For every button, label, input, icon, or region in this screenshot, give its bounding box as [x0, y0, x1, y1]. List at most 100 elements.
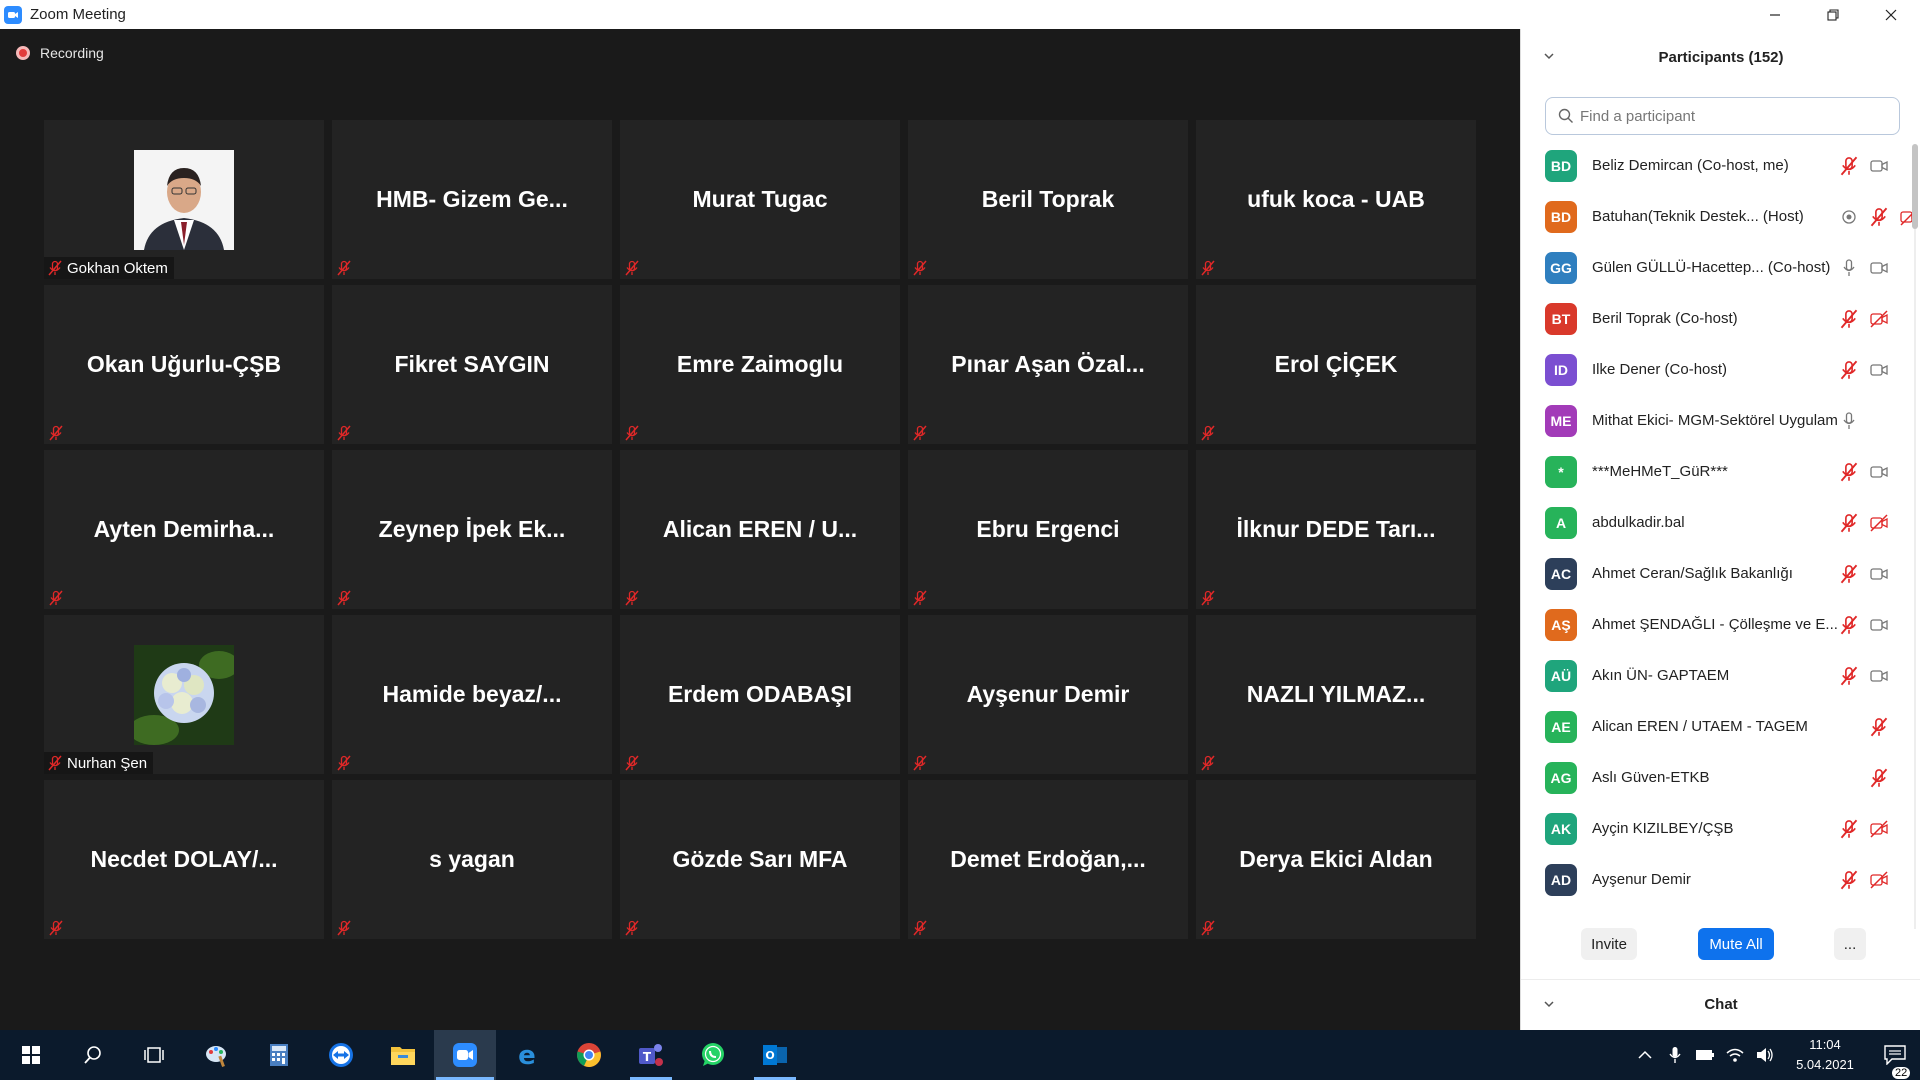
task-view-icon[interactable]: [124, 1030, 186, 1080]
whatsapp-icon[interactable]: [682, 1030, 744, 1080]
outlook-icon[interactable]: O: [744, 1030, 806, 1080]
mic-muted-icon[interactable]: [1839, 462, 1859, 482]
chevron-up-icon[interactable]: [1630, 1030, 1660, 1080]
participant-row[interactable]: BD Batuhan(Teknik Destek... (Host): [1521, 191, 1918, 242]
restore-button[interactable]: [1804, 0, 1862, 29]
participant-row[interactable]: AG Aslı Güven-ETKB: [1521, 752, 1911, 803]
mic-muted-icon[interactable]: [1839, 564, 1859, 584]
mute-all-button[interactable]: Mute All: [1698, 928, 1774, 960]
search-input[interactable]: [1580, 107, 1880, 125]
chevron-down-icon[interactable]: [1543, 49, 1555, 65]
mic-muted-icon[interactable]: [1839, 309, 1859, 329]
video-tile[interactable]: Fikret SAYGIN: [332, 285, 612, 444]
video-tile[interactable]: Gokhan Oktem: [44, 120, 324, 279]
mic-muted-icon[interactable]: [1869, 207, 1889, 227]
volume-icon[interactable]: [1750, 1030, 1780, 1080]
battery-icon[interactable]: [1690, 1030, 1720, 1080]
scrollbar-thumb[interactable]: [1912, 144, 1918, 229]
participant-row[interactable]: AE Alican EREN / UTAEM - TAGEM: [1521, 701, 1911, 752]
video-tile[interactable]: Gözde Sarı MFA: [620, 780, 900, 939]
video-tile[interactable]: Pınar Aşan Özal...: [908, 285, 1188, 444]
participant-name: Murat Tugac: [692, 186, 828, 212]
participant-name: Beliz Demircan (Co-host, me): [1592, 157, 1789, 174]
video-tile[interactable]: Okan Uğurlu-ÇŞB: [44, 285, 324, 444]
participant-row[interactable]: AŞ Ahmet ŞENDAĞLI - Çölleşme ve E...: [1521, 599, 1911, 650]
chevron-down-icon[interactable]: [1543, 997, 1555, 1013]
chrome-icon[interactable]: [558, 1030, 620, 1080]
video-tile[interactable]: Zeynep İpek Ek...: [332, 450, 612, 609]
mic-muted-icon[interactable]: [1839, 615, 1859, 635]
file-explorer-icon[interactable]: [372, 1030, 434, 1080]
participant-status-icons: [1839, 819, 1889, 839]
mic-muted-icon[interactable]: [1839, 819, 1859, 839]
video-tile[interactable]: s yagan: [332, 780, 612, 939]
microphone-icon[interactable]: [1660, 1030, 1690, 1080]
mic-muted-icon[interactable]: [1839, 870, 1859, 890]
mic-muted-icon[interactable]: [1839, 156, 1859, 176]
participant-row[interactable]: AD Ayşenur Demir: [1521, 854, 1911, 905]
zoom-icon[interactable]: [434, 1030, 496, 1080]
participant-name: Alican EREN / U...: [662, 516, 858, 542]
participant-row[interactable]: * ***MeHMeT_GüR***: [1521, 446, 1911, 497]
participant-row[interactable]: A abdulkadir.bal: [1521, 497, 1911, 548]
avatar: AC: [1545, 557, 1577, 590]
participant-row[interactable]: AÜ Akın ÜN- GAPTAEM: [1521, 650, 1911, 701]
edge-icon[interactable]: e: [496, 1030, 558, 1080]
mic-muted-icon[interactable]: [1869, 717, 1889, 737]
video-tile[interactable]: ufuk koca - UAB: [1196, 120, 1476, 279]
video-tile[interactable]: Murat Tugac: [620, 120, 900, 279]
search-icon[interactable]: [62, 1030, 124, 1080]
windows-taskbar: e T O 11:04 5.04.2021 22: [0, 1030, 1920, 1080]
paint-icon[interactable]: [186, 1030, 248, 1080]
video-tile[interactable]: Emre Zaimoglu: [620, 285, 900, 444]
video-tile[interactable]: Nurhan Şen: [44, 615, 324, 774]
more-options-button[interactable]: ...: [1834, 928, 1866, 960]
notification-center[interactable]: 22: [1870, 1045, 1920, 1079]
participant-row[interactable]: AK Ayçin KIZILBEY/ÇŞB: [1521, 803, 1911, 854]
video-tile[interactable]: Ayten Demirha...: [44, 450, 324, 609]
invite-button[interactable]: Invite: [1581, 928, 1637, 960]
wifi-icon[interactable]: [1720, 1030, 1750, 1080]
video-tile[interactable]: Necdet DOLAY/...: [44, 780, 324, 939]
mic-muted-icon[interactable]: [1839, 666, 1859, 686]
teams-icon[interactable]: T: [620, 1030, 682, 1080]
video-tile[interactable]: Erol ÇİÇEK: [1196, 285, 1476, 444]
participant-search[interactable]: [1545, 97, 1900, 135]
video-tile[interactable]: HMB- Gizem Ge...: [332, 120, 612, 279]
participant-row[interactable]: AC Ahmet Ceran/Sağlık Bakanlığı: [1521, 548, 1911, 599]
participant-row[interactable]: ME Mithat Ekici- MGM-Sektörel Uygulam...: [1521, 395, 1911, 446]
start-icon[interactable]: [0, 1030, 62, 1080]
video-tile[interactable]: Ayşenur Demir: [908, 615, 1188, 774]
video-tile[interactable]: NAZLI YILMAZ...: [1196, 615, 1476, 774]
avatar: AK: [1545, 812, 1577, 845]
avatar: GG: [1545, 251, 1577, 284]
teamviewer-icon[interactable]: [310, 1030, 372, 1080]
participant-status-icons: [1839, 309, 1889, 329]
video-tile[interactable]: Derya Ekici Aldan: [1196, 780, 1476, 939]
recording-indicator[interactable]: Recording: [16, 45, 104, 61]
minimize-button[interactable]: [1746, 0, 1804, 29]
microphone-icon[interactable]: [1839, 411, 1859, 431]
video-tile[interactable]: Demet Erdoğan,...: [908, 780, 1188, 939]
participant-row[interactable]: BT Beril Toprak (Co-host): [1521, 293, 1911, 344]
svg-text:O: O: [765, 1049, 774, 1062]
calculator-icon[interactable]: [248, 1030, 310, 1080]
video-tile[interactable]: Hamide beyaz/...: [332, 615, 612, 774]
close-button[interactable]: [1862, 0, 1920, 29]
mic-muted-icon[interactable]: [1869, 768, 1889, 788]
participant-row[interactable]: BD Beliz Demircan (Co-host, me): [1521, 140, 1911, 191]
video-tile[interactable]: Erdem ODABAŞI: [620, 615, 900, 774]
participant-row[interactable]: GG Gülen GÜLLÜ-Hacettep... (Co-host): [1521, 242, 1911, 293]
tile-name-label: Nurhan Şen: [44, 752, 154, 774]
participant-row[interactable]: ID Ilke Dener (Co-host): [1521, 344, 1911, 395]
clock[interactable]: 11:04 5.04.2021: [1780, 1035, 1870, 1075]
video-tile[interactable]: Beril Toprak: [908, 120, 1188, 279]
participant-name: Gülen GÜLLÜ-Hacettep... (Co-host): [1592, 259, 1831, 276]
mic-muted-icon[interactable]: [1839, 360, 1859, 380]
microphone-icon[interactable]: [1839, 258, 1859, 278]
participant-status-icons: [1839, 360, 1889, 380]
video-tile[interactable]: Alican EREN / U...: [620, 450, 900, 609]
video-tile[interactable]: Ebru Ergenci: [908, 450, 1188, 609]
mic-muted-icon[interactable]: [1839, 513, 1859, 533]
video-tile[interactable]: İlknur DEDE Tarı...: [1196, 450, 1476, 609]
